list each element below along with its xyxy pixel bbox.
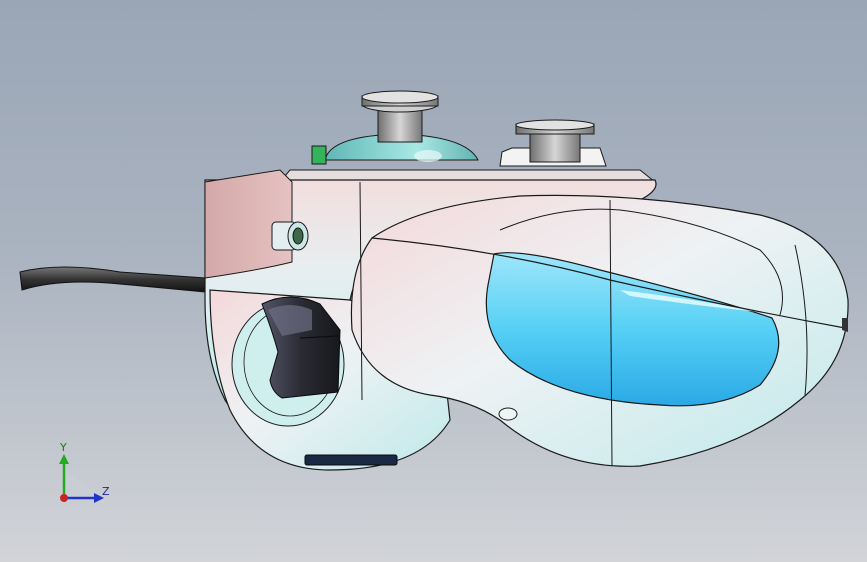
controller-3d-model[interactable] <box>0 0 867 562</box>
grip-hole <box>498 407 518 421</box>
bottom-slot <box>304 454 398 466</box>
y-axis-arrow <box>59 454 69 464</box>
x-axis-dot <box>60 494 68 502</box>
cad-viewport[interactable]: Y Z <box>0 0 867 562</box>
c-stick <box>499 119 607 167</box>
y-axis-label: Y <box>60 441 67 454</box>
triad-plane <box>64 470 106 498</box>
z-axis-label: Z <box>102 485 110 498</box>
coordinate-triad: Y Z <box>50 440 120 510</box>
screw-head <box>271 221 309 251</box>
controller-cable <box>19 266 206 293</box>
main-analog-stick <box>324 90 479 162</box>
green-connector-part <box>311 145 327 165</box>
tip-notch <box>842 318 848 332</box>
